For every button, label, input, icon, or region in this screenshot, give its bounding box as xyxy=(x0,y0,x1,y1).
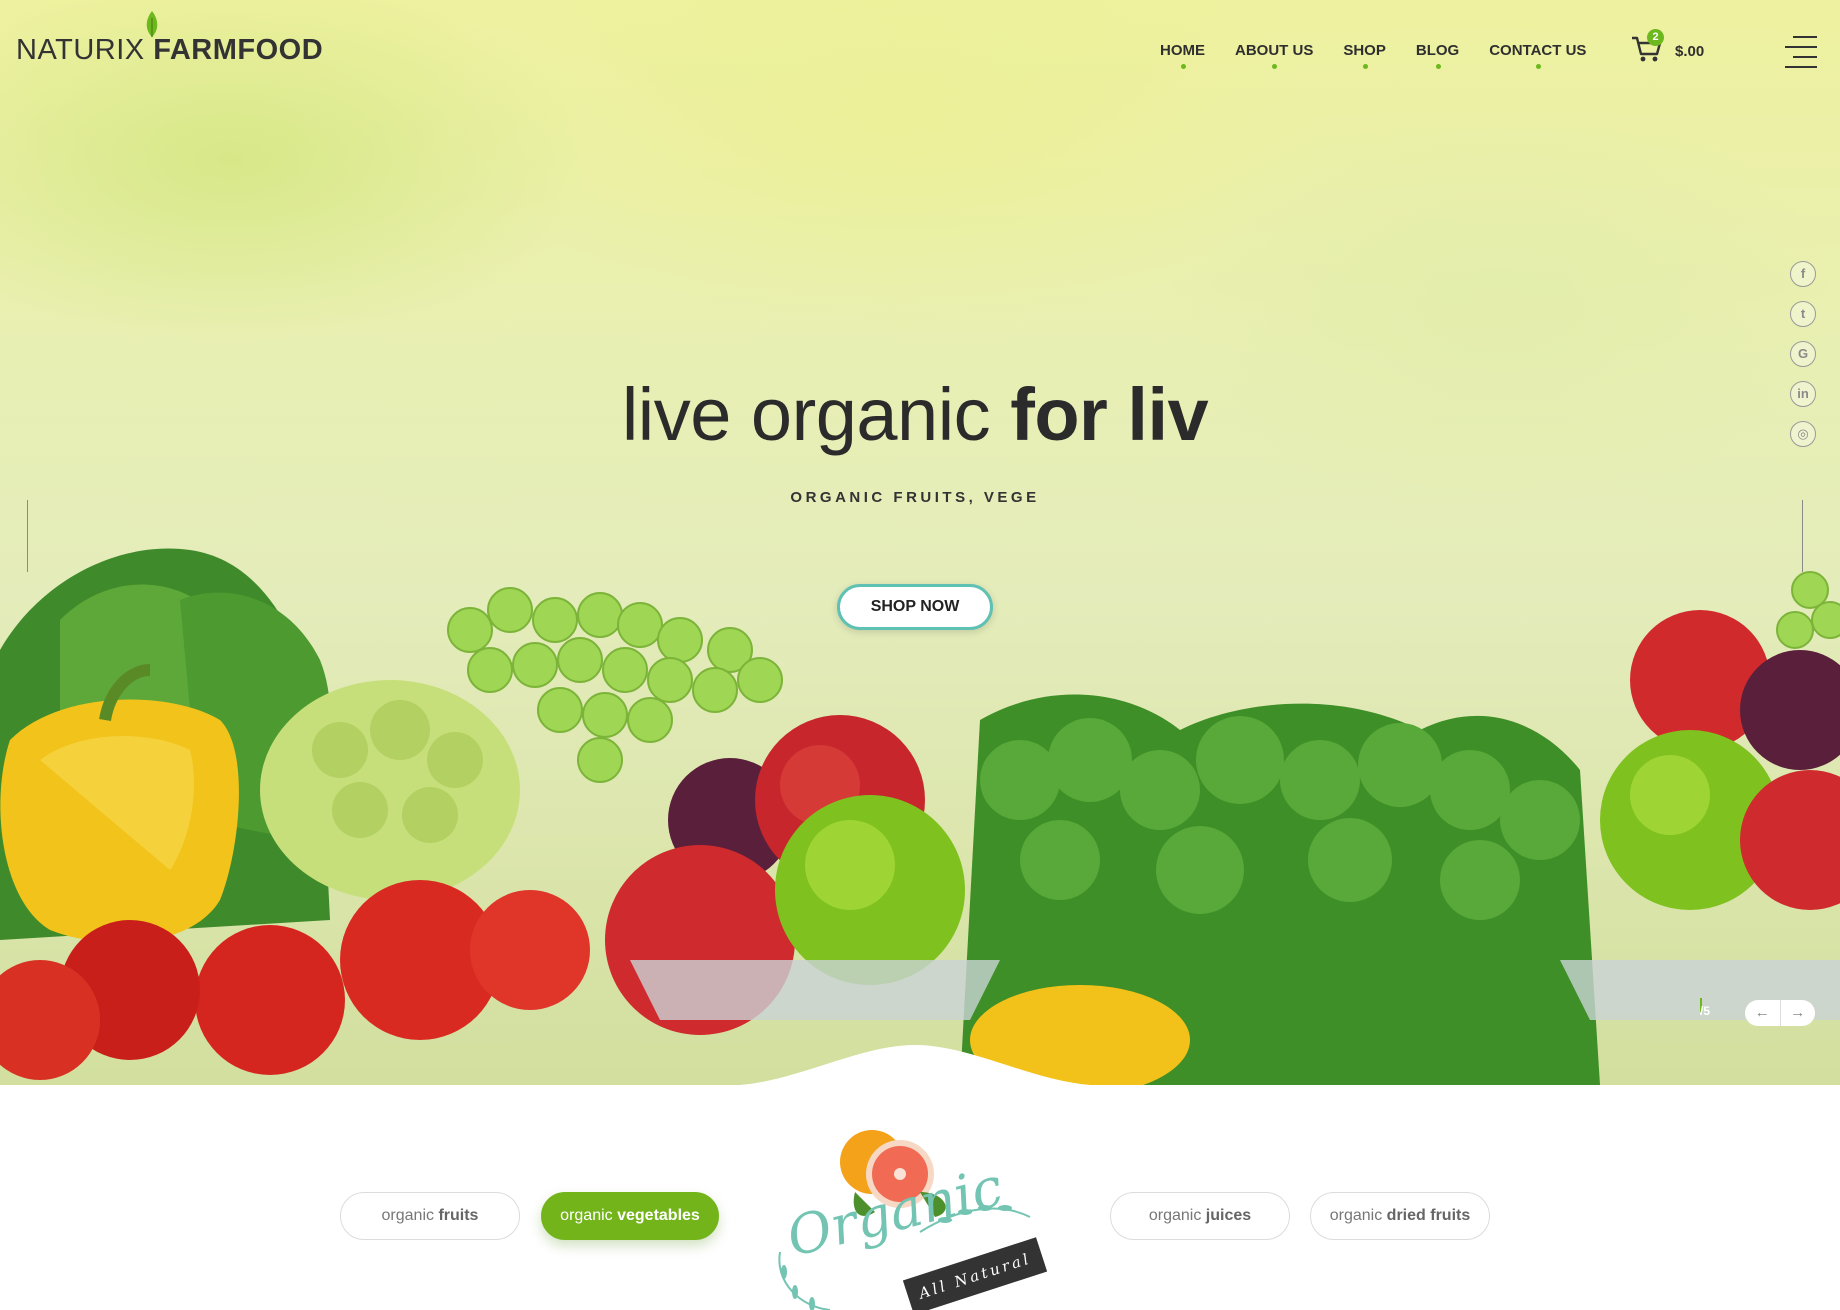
slider-next-line[interactable] xyxy=(1802,500,1803,572)
hero-title: live organic for liv xyxy=(0,372,1830,457)
category-bold: juices xyxy=(1205,1207,1252,1224)
site-logo[interactable]: NATURIX FARMFOOD xyxy=(16,34,323,67)
hero-subtitle: ORGANIC FRUITS, VEGE xyxy=(790,489,1040,506)
nav-item-home[interactable]: HOME xyxy=(1160,42,1205,69)
nav-item-label: BLOG xyxy=(1415,42,1460,59)
nav-item-label: CONTACT US xyxy=(1489,42,1587,59)
nav-dot xyxy=(1535,64,1541,69)
nav-item-label: SHOP xyxy=(1343,42,1386,59)
cart-total[interactable]: $.00 xyxy=(1675,43,1704,60)
google-icon[interactable]: G xyxy=(1790,341,1816,367)
category-organic-fruits[interactable]: organic fruits xyxy=(340,1192,520,1240)
facebook-icon[interactable]: f xyxy=(1790,261,1816,287)
nav-dot xyxy=(1180,64,1186,69)
category-organic-vegetables[interactable]: organic vegetables xyxy=(541,1192,719,1240)
twitter-icon[interactable]: t xyxy=(1790,301,1816,327)
logo-light: NATURIX xyxy=(16,34,145,66)
hero-title-light: live organic xyxy=(621,373,1011,456)
nav-item-contact-us[interactable]: CONTACT US xyxy=(1489,42,1587,69)
nav-item-blog[interactable]: BLOG xyxy=(1415,42,1460,69)
nav-item-about-us[interactable]: ABOUT US xyxy=(1235,42,1314,69)
nav-item-label: ABOUT US xyxy=(1235,42,1314,59)
hero-slider: NATURIX FARMFOOD HOME ABOUT US SHOP BLOG… xyxy=(0,0,1840,1085)
category-light: organic xyxy=(560,1207,618,1224)
nav-item-shop[interactable]: SHOP xyxy=(1343,42,1386,69)
category-light: organic xyxy=(381,1207,439,1224)
nav-dot xyxy=(1435,64,1441,69)
menu-toggle-icon[interactable] xyxy=(1785,34,1817,70)
nav-dot xyxy=(1362,64,1368,69)
nav-item-label: HOME xyxy=(1160,42,1205,59)
slider-prev-line[interactable] xyxy=(27,500,28,572)
cart-count-badge: 2 xyxy=(1647,29,1664,46)
slide-counter: /5 xyxy=(1700,1004,1711,1018)
category-bold: fruits xyxy=(438,1207,479,1224)
category-bold: vegetables xyxy=(617,1207,700,1224)
category-organic-dried-fruits[interactable]: organic dried fruits xyxy=(1310,1192,1490,1240)
shop-now-button[interactable]: SHOP NOW xyxy=(837,584,993,630)
main-nav: HOME ABOUT US SHOP BLOG CONTACT US xyxy=(1160,42,1616,69)
arrow-right-icon[interactable]: → xyxy=(1779,1000,1816,1026)
slider-arrows: ← → xyxy=(1745,1000,1815,1026)
category-organic-juices[interactable]: organic juices xyxy=(1110,1192,1290,1240)
hero-title-bold: for liv xyxy=(1010,373,1209,456)
arrow-left-icon[interactable]: ← xyxy=(1745,1000,1780,1026)
logo-bold: FARMFOOD xyxy=(153,34,324,66)
category-light: organic xyxy=(1329,1207,1387,1224)
category-light: organic xyxy=(1148,1207,1206,1224)
category-bold: dried fruits xyxy=(1386,1207,1471,1224)
nav-dot xyxy=(1272,64,1278,69)
